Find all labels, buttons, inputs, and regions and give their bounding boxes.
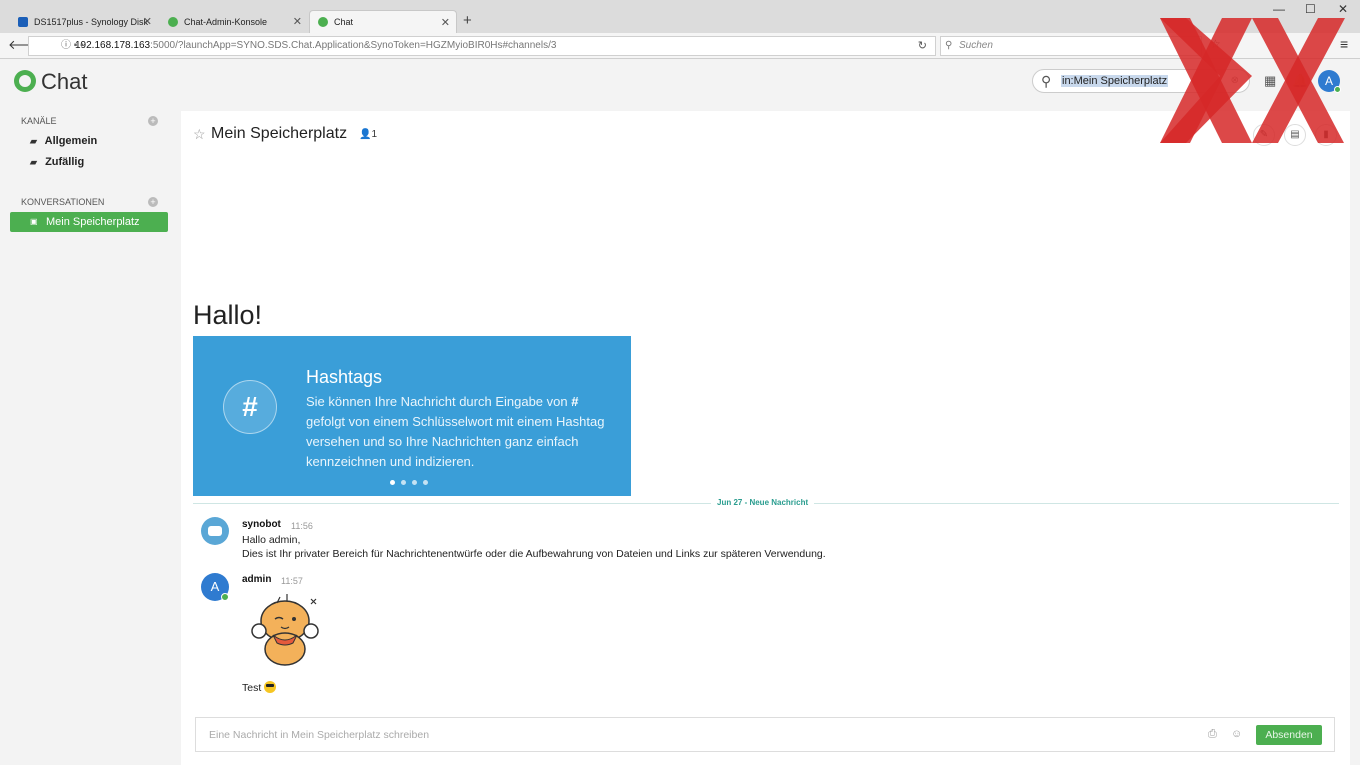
- message-time: 11:56: [291, 521, 313, 531]
- person-icon: 👤: [359, 129, 372, 140]
- search-query: in:Mein Speicherplatz: [1061, 75, 1169, 87]
- site-info-icon[interactable]: ⓘ ▪ ▪: [61, 37, 84, 55]
- user-avatar[interactable]: A: [1318, 70, 1341, 93]
- browser-search-input[interactable]: ⚲ Suchen: [940, 36, 1202, 56]
- chat-search-input[interactable]: ⚲ in:Mein Speicherplatz ⊗: [1032, 69, 1250, 93]
- carousel-dot[interactable]: [401, 480, 406, 485]
- add-channel-button[interactable]: +: [148, 116, 158, 126]
- avatar-initial: A: [210, 579, 220, 594]
- admin-avatar[interactable]: A: [201, 573, 229, 601]
- online-status-icon: [1334, 86, 1341, 93]
- online-status-icon: [221, 593, 229, 601]
- favorite-star-icon[interactable]: ☆: [193, 126, 206, 143]
- chat-favicon-icon: [318, 17, 328, 27]
- search-placeholder: Suchen: [959, 40, 993, 51]
- chat-logo-icon: [14, 70, 36, 92]
- chat-panel: ☆ Mein Speicherplatz 👤1 ✎ ▤ ▮ Hallo! # H…: [181, 111, 1350, 765]
- carousel-pager: [390, 480, 428, 485]
- synobot-avatar[interactable]: [201, 517, 229, 545]
- message-line: Dies ist Ihr privater Bereich für Nachri…: [242, 548, 826, 560]
- tab-label: Chat-Admin-Konsole: [184, 16, 268, 27]
- search-icon: ⚲: [945, 40, 953, 51]
- carousel-dot[interactable]: [390, 480, 395, 485]
- channel-label: Allgemein: [44, 135, 98, 147]
- message-line: Hallo admin,: [242, 534, 301, 546]
- app-header: Chat ⚲ in:Mein Speicherplatz ⊗: [0, 60, 1360, 104]
- maximize-button[interactable]: ☐: [1305, 2, 1316, 16]
- avatar-initial: A: [1324, 74, 1333, 88]
- close-icon[interactable]: ✕: [441, 16, 450, 29]
- minimize-button[interactable]: —: [1273, 2, 1285, 16]
- app-title: Chat: [41, 69, 88, 94]
- message-author[interactable]: admin: [242, 574, 271, 585]
- sidebar-item-mein-speicherplatz[interactable]: ▣ Mein Speicherplatz: [10, 212, 168, 232]
- message-author[interactable]: synobot: [242, 519, 281, 530]
- tip-text: Sie können Ihre Nachricht durch Eingabe …: [306, 394, 605, 469]
- conversations-header: KONVERSATIONEN: [21, 197, 105, 207]
- menu-icon[interactable]: ≡: [1340, 36, 1348, 52]
- browser-nav-bar: 🡐 ⓘ ▪ ▪ 192.168.178.163:5000/?launchApp=…: [0, 33, 1360, 59]
- attach-file-icon[interactable]: ⎙: [1208, 728, 1217, 741]
- welcome-greeting: Hallo!: [193, 300, 263, 330]
- send-button[interactable]: Absenden: [1256, 725, 1322, 745]
- search-icon: ⚲: [1041, 73, 1052, 89]
- tab-chat-admin[interactable]: Chat-Admin-Konsole ✕: [160, 10, 308, 33]
- carousel-dot[interactable]: [423, 480, 428, 485]
- tools-icon[interactable]: ✎: [1253, 124, 1275, 146]
- close-window-button[interactable]: ✕: [1338, 2, 1348, 16]
- tips-carousel: # Hashtags Sie können Ihre Nachricht dur…: [193, 336, 631, 496]
- channel-info-icon[interactable]: ▤: [1284, 124, 1306, 146]
- close-icon[interactable]: ✕: [143, 15, 152, 28]
- new-tab-button[interactable]: +: [463, 12, 472, 29]
- inbox-icon: ▣: [30, 217, 38, 226]
- emoji-picker-icon[interactable]: ☺: [1231, 728, 1242, 740]
- tab-label: DS1517plus - Synology Disk: [34, 16, 149, 27]
- reload-icon[interactable]: ↻: [918, 37, 927, 55]
- pin-icon[interactable]: ▮: [1315, 124, 1337, 146]
- browser-tab-bar: DS1517plus - Synology Disk ✕ Chat-Admin-…: [0, 0, 1360, 33]
- tab-label: Chat: [334, 17, 354, 27]
- message-composer[interactable]: Eine Nachricht in Mein Speicherplatz sch…: [195, 717, 1335, 752]
- hashtag-icon: #: [223, 380, 277, 434]
- conversation-label: Mein Speicherplatz: [46, 216, 140, 228]
- close-icon[interactable]: ✕: [293, 15, 302, 28]
- clear-search-icon[interactable]: ⊗: [1231, 75, 1239, 86]
- bookmark-star-icon[interactable]: ☆: [1210, 37, 1221, 51]
- sidebar: KANÄLE + ▰ Allgemein ▰ Zufällig KONVERSA…: [0, 104, 180, 765]
- carousel-dot[interactable]: [412, 480, 417, 485]
- message-time: 11:57: [281, 576, 303, 586]
- dsm-favicon-icon: [18, 16, 28, 27]
- sidebar-item-zufaellig[interactable]: ▰ Zufällig: [30, 156, 84, 168]
- chat-favicon-icon: [168, 16, 178, 27]
- add-conversation-button[interactable]: +: [148, 197, 158, 207]
- composer-placeholder: Eine Nachricht in Mein Speicherplatz sch…: [209, 729, 430, 741]
- url-host: 192.168.178.163: [75, 40, 151, 51]
- notification-bell-icon[interactable]: 🔔: [1292, 73, 1308, 89]
- url-bar[interactable]: ⓘ ▪ ▪ 192.168.178.163:5000/?launchApp=SY…: [28, 36, 936, 56]
- channel-label: Zufällig: [45, 156, 85, 168]
- sidebar-item-allgemein[interactable]: ▰ Allgemein: [30, 135, 97, 147]
- url-path: :5000/?launchApp=SYNO.SDS.Chat.Applicati…: [150, 40, 557, 51]
- sunglasses-emoji-icon: [264, 681, 277, 693]
- tab-synology-dsm[interactable]: DS1517plus - Synology Disk ✕: [10, 10, 158, 33]
- member-count[interactable]: 👤1: [359, 129, 377, 140]
- message-text: Test: [242, 681, 277, 694]
- new-message-label: Jun 27 - Neue Nachricht: [711, 498, 815, 507]
- tab-chat[interactable]: Chat ✕: [309, 10, 457, 33]
- tip-title: Hashtags: [306, 367, 383, 387]
- chat-bubble-icon: ▰: [30, 157, 37, 167]
- chat-bubble-icon: ▰: [30, 136, 37, 146]
- channels-header: KANÄLE: [21, 116, 57, 126]
- tiger-sticker-icon[interactable]: [247, 591, 323, 669]
- apps-grid-icon[interactable]: ▦: [1264, 73, 1276, 89]
- channel-title: Mein Speicherplatz: [211, 125, 348, 142]
